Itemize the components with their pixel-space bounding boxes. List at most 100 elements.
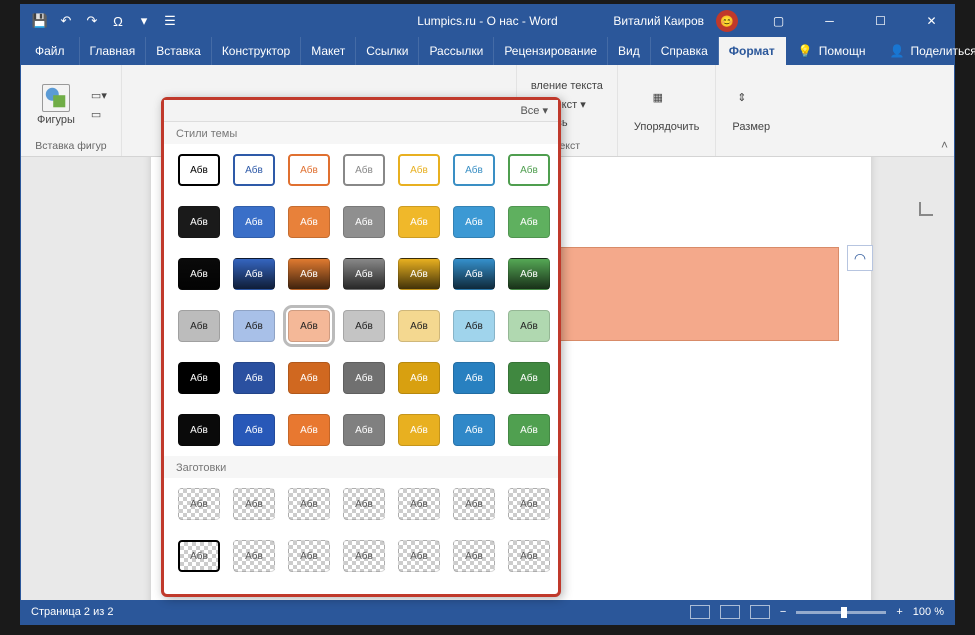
style-swatch[interactable]: Абв — [508, 154, 550, 186]
minimize-button[interactable]: ─ — [807, 5, 852, 37]
edit-shape-icon[interactable]: ▭▾ — [87, 87, 111, 104]
style-swatch[interactable]: Абв — [343, 258, 385, 290]
preset-swatch[interactable]: Абв — [453, 488, 495, 520]
style-swatch[interactable]: Абв — [233, 258, 275, 290]
tab-references[interactable]: Ссылки — [356, 37, 419, 65]
tab-home[interactable]: Главная — [80, 37, 147, 65]
page-indicator[interactable]: Страница 2 из 2 — [31, 606, 113, 618]
preset-swatch[interactable]: Абв — [508, 540, 550, 572]
preset-swatch[interactable]: Абв — [398, 540, 440, 572]
style-swatch[interactable]: Абв — [508, 362, 550, 394]
style-swatch[interactable]: Абв — [288, 310, 330, 342]
style-swatch[interactable]: Абв — [453, 154, 495, 186]
style-swatch[interactable]: Абв — [343, 206, 385, 238]
style-swatch[interactable]: Абв — [508, 310, 550, 342]
ribbon-display-icon[interactable]: ▢ — [756, 5, 801, 37]
style-swatch[interactable]: Абв — [508, 206, 550, 238]
arrange-button[interactable]: ▦ Упорядочить — [628, 87, 705, 137]
undo-icon[interactable]: ↶ — [57, 12, 75, 30]
tab-review[interactable]: Рецензирование — [494, 37, 608, 65]
style-swatch[interactable]: Абв — [178, 310, 220, 342]
save-icon[interactable]: 💾 — [31, 12, 49, 30]
layout-options-button[interactable]: ◠ — [847, 245, 873, 271]
preset-swatch[interactable]: Абв — [178, 488, 220, 520]
tab-view[interactable]: Вид — [608, 37, 651, 65]
collapse-ribbon-icon[interactable]: ˄ — [941, 138, 948, 152]
preset-swatch[interactable]: Абв — [398, 488, 440, 520]
preset-swatch[interactable]: Абв — [508, 488, 550, 520]
avatar[interactable]: 😊 — [716, 10, 738, 32]
style-swatch[interactable]: Абв — [453, 414, 495, 446]
style-swatch[interactable]: Абв — [288, 362, 330, 394]
zoom-in-button[interactable]: + — [896, 606, 902, 618]
zoom-out-button[interactable]: − — [780, 606, 786, 618]
tab-insert[interactable]: Вставка — [146, 37, 212, 65]
text-box-icon[interactable]: ▭ — [87, 106, 111, 123]
style-swatch[interactable]: Абв — [233, 154, 275, 186]
size-button[interactable]: ⇕ Размер — [726, 87, 776, 137]
style-swatch[interactable]: Абв — [233, 414, 275, 446]
preset-swatch[interactable]: Абв — [343, 488, 385, 520]
style-swatch[interactable]: Абв — [343, 154, 385, 186]
style-swatch[interactable]: Абв — [343, 310, 385, 342]
tab-layout[interactable]: Макет — [301, 37, 356, 65]
style-swatch[interactable]: Абв — [178, 258, 220, 290]
style-swatch[interactable]: Абв — [453, 206, 495, 238]
style-swatch[interactable]: Абв — [453, 362, 495, 394]
qa-dropdown-icon[interactable]: ▾ — [135, 12, 153, 30]
redo-icon[interactable]: ↷ — [83, 12, 101, 30]
zoom-level[interactable]: 100 % — [913, 606, 944, 618]
preset-swatch[interactable]: Абв — [288, 540, 330, 572]
preset-swatch[interactable]: Абв — [288, 488, 330, 520]
style-swatch[interactable]: Абв — [508, 414, 550, 446]
preset-swatch[interactable]: Абв — [178, 540, 220, 572]
shape-styles-gallery: Все ▾ Стили темы АбвАбвАбвАбвАбвАбвАбв А… — [161, 97, 561, 597]
style-swatch[interactable]: Абв — [398, 206, 440, 238]
style-swatch[interactable]: Абв — [343, 414, 385, 446]
tell-me[interactable]: 💡Помощн — [786, 37, 878, 65]
preset-swatch[interactable]: Абв — [233, 488, 275, 520]
style-swatch[interactable]: Абв — [288, 206, 330, 238]
print-layout-icon[interactable] — [720, 605, 740, 619]
preset-swatch[interactable]: Абв — [233, 540, 275, 572]
style-swatch[interactable]: Абв — [288, 154, 330, 186]
style-swatch[interactable]: Абв — [178, 414, 220, 446]
tab-mailings[interactable]: Рассылки — [419, 37, 494, 65]
tab-help[interactable]: Справка — [651, 37, 719, 65]
touch-mode-icon[interactable]: ☰ — [161, 12, 179, 30]
style-swatch[interactable]: Абв — [178, 206, 220, 238]
style-swatch[interactable]: Абв — [398, 414, 440, 446]
style-swatch[interactable]: Абв — [453, 310, 495, 342]
shapes-button[interactable]: Фигуры — [31, 80, 81, 130]
preset-swatch[interactable]: Абв — [343, 540, 385, 572]
style-swatch[interactable]: Абв — [233, 362, 275, 394]
style-swatch[interactable]: Абв — [398, 310, 440, 342]
style-swatch[interactable]: Абв — [233, 310, 275, 342]
style-swatch[interactable]: Абв — [453, 258, 495, 290]
zoom-slider[interactable] — [796, 611, 886, 614]
tab-file[interactable]: Файл — [21, 37, 80, 65]
style-swatch[interactable]: Абв — [398, 362, 440, 394]
style-swatch[interactable]: Абв — [398, 154, 440, 186]
style-swatch[interactable]: Абв — [343, 362, 385, 394]
omega-icon[interactable]: Ω — [109, 12, 127, 30]
style-swatch[interactable]: Абв — [233, 206, 275, 238]
tab-design[interactable]: Конструктор — [212, 37, 301, 65]
style-swatch[interactable]: Абв — [178, 362, 220, 394]
web-layout-icon[interactable] — [750, 605, 770, 619]
tab-format[interactable]: Формат — [719, 37, 786, 65]
maximize-button[interactable]: ☐ — [858, 5, 903, 37]
style-swatch[interactable]: Абв — [398, 258, 440, 290]
read-mode-icon[interactable] — [690, 605, 710, 619]
share-button[interactable]: 👤Поделиться — [877, 37, 975, 65]
style-swatch[interactable]: Абв — [288, 414, 330, 446]
gallery-filter[interactable]: Все ▾ — [164, 100, 558, 122]
user-name[interactable]: Виталий Каиров — [613, 14, 704, 28]
window-title: Lumpics.ru - О нас - Word — [417, 14, 557, 28]
text-direction[interactable]: вление текста — [527, 78, 607, 94]
style-swatch[interactable]: Абв — [288, 258, 330, 290]
style-swatch[interactable]: Абв — [178, 154, 220, 186]
close-button[interactable]: ✕ — [909, 5, 954, 37]
style-swatch[interactable]: Абв — [508, 258, 550, 290]
preset-swatch[interactable]: Абв — [453, 540, 495, 572]
